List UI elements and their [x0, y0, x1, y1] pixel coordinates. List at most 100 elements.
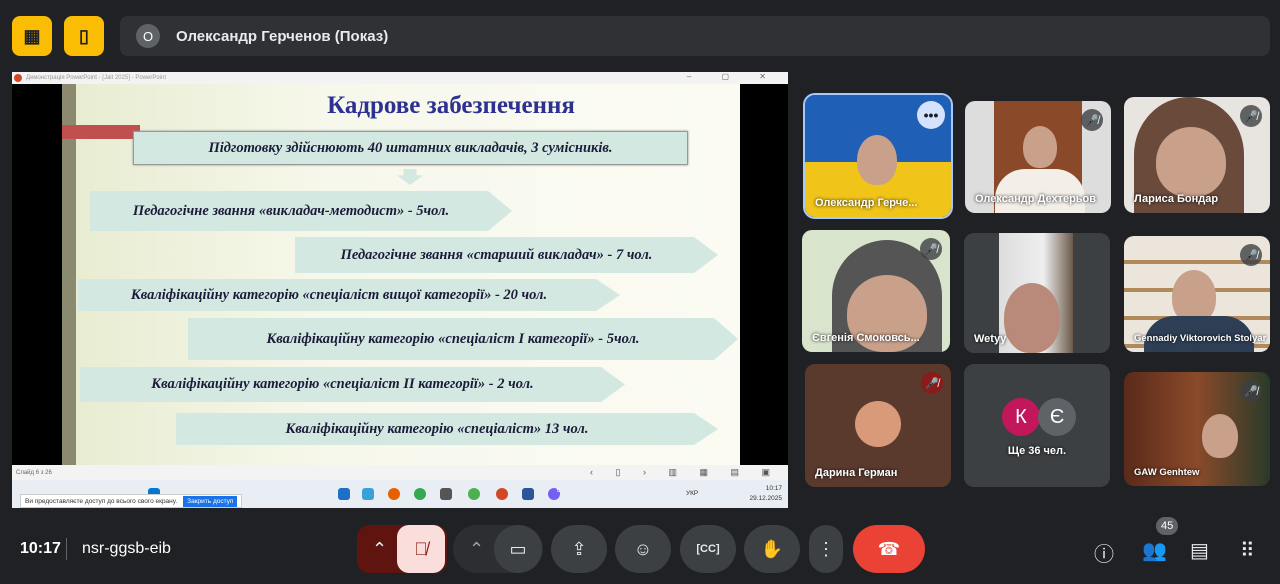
- window-title: Демонстрація PowerPoint - [Jait 2025] - …: [26, 75, 166, 81]
- slide: Кадрове забезпечення Підготовку здійснюю…: [62, 84, 740, 465]
- more-options-icon[interactable]: •••: [917, 101, 945, 129]
- more-vert-icon: ⋮: [817, 538, 835, 559]
- raise-hand-button[interactable]: ✋: [744, 525, 800, 573]
- divider: [66, 538, 67, 560]
- mic-off-icon: 🎤̸: [1240, 105, 1262, 127]
- participant-tile[interactable]: 🎤̸ Євгенія Смоковсь...: [802, 230, 950, 352]
- shared-screen: Демонстрація PowerPoint - [Jait 2025] - …: [12, 72, 788, 508]
- people-count-badge: 45: [1156, 517, 1179, 535]
- slide-title: Кадрове забезпечення: [327, 92, 575, 119]
- present-button[interactable]: ⇪: [551, 525, 607, 573]
- mic-off-icon: 🎤̸: [1240, 380, 1262, 402]
- participant-name: Дарина Герман: [815, 467, 898, 479]
- stop-sharing-button[interactable]: Закрить доступ: [183, 495, 238, 507]
- chat-icon: ▤: [1190, 540, 1209, 562]
- language-indicator[interactable]: УКР: [686, 490, 698, 497]
- slide-accent-bar: [62, 84, 76, 465]
- viber-icon[interactable]: 6: [548, 488, 560, 500]
- video-feed: [1202, 414, 1238, 458]
- participant-name: Лариса Бондар: [1134, 193, 1219, 205]
- participant-tile[interactable]: 🎤̸ Дарина Герман: [805, 364, 951, 487]
- captions-icon: [CC]: [696, 543, 720, 555]
- participant-tile[interactable]: 🎤̸ GAW Genhtew: [1124, 372, 1270, 486]
- apps-grid-icon: ⠿: [1240, 540, 1255, 562]
- view-controls[interactable]: ‹ ▯ › ▥ ▦ ▤ ▣: [590, 467, 780, 478]
- people-button[interactable]: 👥: [1142, 538, 1167, 563]
- video-feed: [857, 135, 897, 185]
- participant-tile[interactable]: Wetyy: [964, 233, 1110, 353]
- more-options-button[interactable]: ⋮: [809, 525, 843, 573]
- video-feed-face: [1004, 283, 1060, 353]
- powerpoint-icon[interactable]: [496, 488, 508, 500]
- chevron-up-icon: ⌃: [469, 538, 485, 559]
- activities-button[interactable]: ⠿: [1240, 538, 1255, 563]
- end-call-icon: ☎: [877, 538, 901, 559]
- slide-item: Педагогічне звання «старший викладач» - …: [295, 237, 718, 273]
- slide-item: Кваліфікаційну категорію «спеціаліст» 13…: [176, 413, 718, 445]
- calculator-icon[interactable]: [440, 488, 452, 500]
- mic-off-icon: 🎤̸: [1240, 244, 1262, 266]
- layout-button[interactable]: ▯: [64, 16, 104, 56]
- clock: 10:17 29.12.2025: [749, 484, 782, 504]
- microphone-toggle[interactable]: 🎙̸: [397, 525, 445, 573]
- slide-red-bar: [62, 125, 140, 139]
- word-icon[interactable]: [522, 488, 534, 500]
- participant-tile[interactable]: 🎤̸ Олександр Дехтерьов: [965, 101, 1111, 213]
- layout-icon: ▯: [79, 25, 89, 46]
- camera-toggle[interactable]: ▭: [494, 525, 542, 573]
- participant-tile[interactable]: 🎤̸ Gennadiy Viktorovich Stolyar: [1124, 236, 1270, 352]
- participant-tile[interactable]: ••• Олександр Герче...: [803, 93, 953, 219]
- hand-icon: ✋: [760, 538, 784, 559]
- avatar: Є: [1038, 398, 1076, 436]
- video-feed-face: [1156, 127, 1226, 197]
- avatar: О: [136, 24, 160, 48]
- reactions-button[interactable]: ☺: [615, 525, 671, 573]
- clock-time: 10:17: [765, 485, 782, 492]
- meeting-time: 10:17: [20, 540, 61, 557]
- avatar: К: [1002, 398, 1040, 436]
- app-icon[interactable]: [362, 488, 374, 500]
- hide-self-view-button[interactable]: ▦: [12, 16, 52, 56]
- mic-off-icon: 🎤̸: [1081, 109, 1103, 131]
- chat-button[interactable]: ▤: [1190, 538, 1209, 563]
- avatar: [855, 401, 901, 447]
- participant-name: Олександр Дехтерьов: [975, 193, 1097, 205]
- participant-name: Wetyy: [974, 333, 1007, 345]
- participant-name: GAW Genhtew: [1134, 467, 1200, 478]
- mic-off-icon: 🎤̸: [920, 238, 942, 260]
- more-participants-label: Ще 36 чел.: [1007, 445, 1067, 457]
- captions-button[interactable]: [CC]: [680, 525, 736, 573]
- mic-off-icon: 🎙̸: [414, 538, 428, 559]
- slide-counter: Слайд 6 з 26: [16, 469, 52, 476]
- presenter-title: Олександр Герченов (Показ): [176, 27, 389, 45]
- slide-item: Кваліфікаційну категорію «спеціаліст II …: [80, 367, 625, 402]
- down-arrow-shape: [397, 169, 423, 185]
- clock-date: 29.12.2025: [749, 495, 782, 502]
- grid-off-icon: ▦: [23, 25, 41, 46]
- store-icon[interactable]: [338, 488, 350, 500]
- chrome-icon[interactable]: [414, 488, 426, 500]
- firefox-icon[interactable]: [388, 488, 400, 500]
- status-bar: Слайд 6 з 26 ‹ ▯ › ▥ ▦ ▤ ▣: [12, 465, 788, 480]
- participant-name: Євгенія Смоковсь...: [812, 332, 920, 344]
- powerpoint-icon: [14, 74, 22, 82]
- slide-item: Педагогічне звання «викладач-методист» -…: [90, 191, 512, 231]
- emoji-icon: ☺: [633, 538, 653, 559]
- utorrent-icon[interactable]: [468, 488, 480, 500]
- people-icon: 👥: [1142, 540, 1167, 562]
- window-controls[interactable]: – ▢ ✕: [687, 72, 780, 81]
- more-participants-tile[interactable]: К Є Ще 36 чел.: [964, 364, 1110, 487]
- participant-name: Олександр Герче...: [815, 197, 918, 209]
- slide-item: Кваліфікаційну категорію «спеціаліст вищ…: [78, 279, 620, 311]
- present-screen-icon: ⇪: [571, 538, 587, 559]
- slide-item: Кваліфікаційну категорію «спеціаліст I к…: [188, 318, 738, 360]
- slide-item: Підготовку здійснюють 40 штатних виклада…: [133, 131, 688, 165]
- video-feed-body: [995, 169, 1085, 213]
- meeting-info-button[interactable]: ⓘ: [1094, 538, 1114, 567]
- taskbar: 6 УКР 10:17 29.12.2025 Ви предоставляєте …: [12, 480, 788, 508]
- video-feed: [1023, 126, 1057, 168]
- sharing-notice-text: Ви предоставляєте доступ до всього свого…: [25, 497, 178, 505]
- participant-tile[interactable]: 🎤̸ Лариса Бондар: [1124, 97, 1270, 213]
- leave-call-button[interactable]: ☎: [853, 525, 925, 573]
- camera-icon: ▭: [509, 538, 527, 559]
